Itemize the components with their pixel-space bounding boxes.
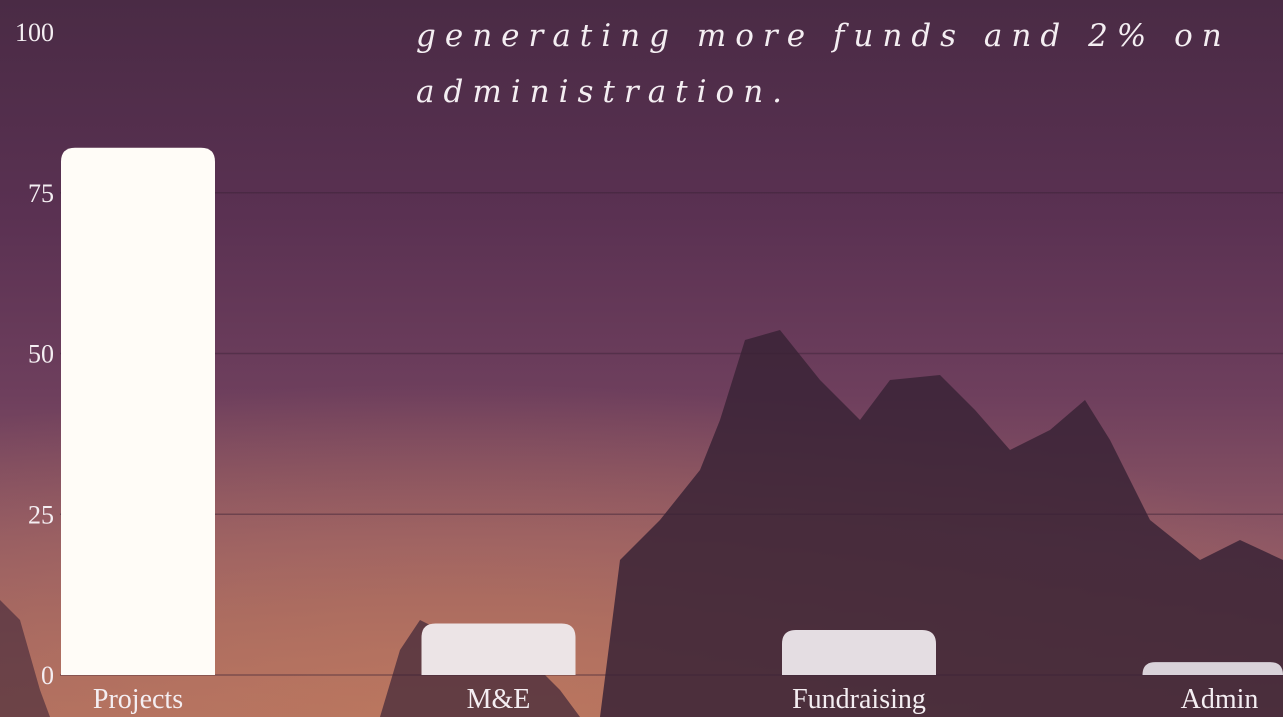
bars — [61, 147, 1283, 676]
bar-admin — [1142, 662, 1283, 675]
y-tick-label: 100 — [15, 18, 54, 47]
y-tick-label: 25 — [28, 500, 54, 529]
bar-projects — [61, 147, 215, 676]
y-tick-label: 50 — [28, 340, 54, 369]
x-category-label: M&E — [467, 684, 531, 715]
x-category-label: Projects — [93, 684, 183, 715]
y-tick-label: 0 — [41, 661, 54, 690]
bar-fundraising — [782, 629, 936, 675]
y-axis-tick-labels: 0 25 50 75 100 — [15, 18, 54, 690]
gridlines — [60, 192, 1283, 676]
bar-m-e — [421, 623, 576, 675]
x-axis-category-labels: Projects M&E Fundraising Admin — [93, 684, 1259, 715]
bar-chart: 0 25 50 75 100 Projects M&E Fundraising Admin — [15, 18, 1283, 715]
y-tick-label: 75 — [28, 179, 54, 208]
x-category-label: Fundraising — [792, 684, 926, 715]
x-category-label: Admin — [1181, 684, 1259, 715]
